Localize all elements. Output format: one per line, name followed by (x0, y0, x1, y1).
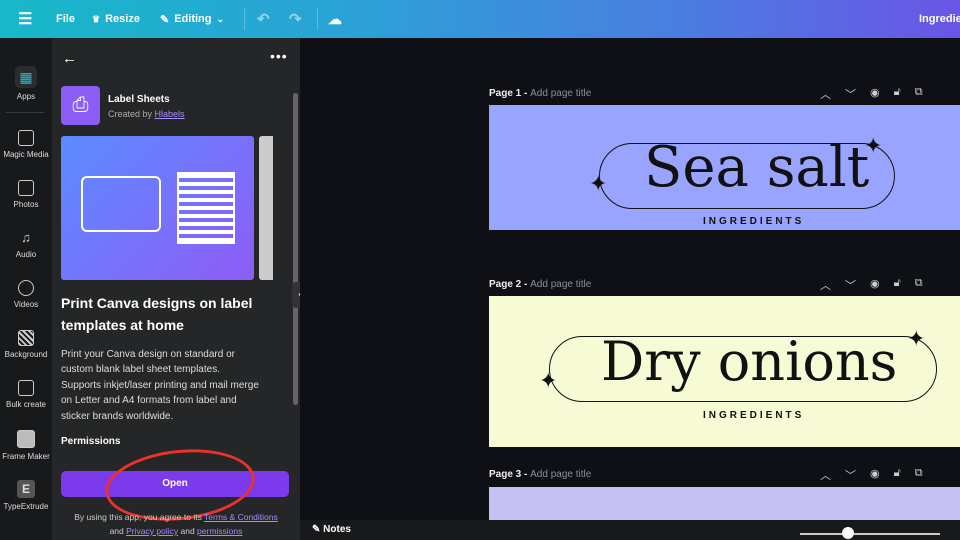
magic-media-icon (18, 130, 34, 146)
zoom-slider[interactable] (800, 533, 940, 535)
label-sheet-icon (177, 172, 235, 244)
pencil-icon: ✎ (160, 13, 170, 26)
app-panel: ← ••• ⎙ Label Sheets Created by Hlabels … (52, 38, 308, 540)
top-bar: ☰ File ♛ Resize ✎ Editing ⌄ ↶ ↷ ☁ Ingredie (0, 0, 960, 38)
sparkle-icon: ✦ (589, 171, 608, 196)
page-3-controls: ︿ ﹀ ◉ 🔓︎ ⧉ (820, 467, 960, 483)
page-2[interactable]: Dry onions ✦ ✦ INGREDIENTS (489, 296, 960, 447)
lock-icon[interactable]: 🔓︎ (894, 277, 901, 293)
frame-maker-icon (17, 430, 35, 448)
app-description: Print your Canva design on standard or c… (61, 349, 259, 422)
page-1[interactable]: Sea salt ✦ ✦ INGREDIENTS (489, 105, 960, 230)
menu-icon[interactable]: ☰ (18, 9, 32, 29)
design-subtitle: INGREDIENTS (703, 410, 805, 421)
sidebar-item-bulk-create[interactable]: Bulk create (0, 380, 52, 409)
sidebar-item-audio[interactable]: ♫ Audio (0, 230, 52, 259)
sidebar-item-typeextrude[interactable]: E TypeExtrude (0, 480, 52, 511)
duplicate-icon[interactable]: ⧉ (915, 277, 923, 293)
more-options-icon[interactable]: ••• (270, 48, 288, 64)
sidebar-item-photos[interactable]: Photos (0, 180, 52, 209)
sidebar-item-frame-maker[interactable]: Frame Maker (0, 430, 52, 461)
move-up-icon[interactable]: ︿ (820, 277, 831, 293)
sidebar-item-background[interactable]: Background (0, 330, 52, 359)
resize-button[interactable]: ♛ Resize (92, 13, 140, 25)
canvas-area: Page 1 - Add page title ︿ ﹀ ◉ 🔓︎ ⧉ Sea salt … (300, 38, 960, 540)
audio-icon: ♫ (21, 230, 31, 245)
sidebar-item-magic-media[interactable]: Magic Media (0, 130, 52, 159)
typeextrude-icon: E (17, 480, 35, 498)
lock-icon[interactable]: 🔓︎ (894, 86, 901, 102)
page-3-header: Page 3 - Add page title (489, 469, 592, 480)
back-arrow-icon[interactable]: ← (62, 50, 77, 67)
author-link[interactable]: Hlabels (155, 109, 185, 119)
page-2-header: Page 2 - Add page title (489, 279, 592, 290)
app-logo-icon: ⎙ (61, 86, 100, 125)
page-title-input[interactable]: Add page title (530, 279, 591, 290)
printer-icon (81, 176, 161, 232)
videos-icon (18, 280, 34, 296)
legal-text: By using this app, you agree to its Term… (74, 512, 278, 536)
page-title-input[interactable]: Add page title (530, 88, 591, 99)
sidebar: ▦ Apps Magic Media Photos ♫ Audio Videos B… (0, 38, 52, 540)
app-name: Label Sheets (108, 94, 170, 105)
app-preview-image (61, 136, 254, 280)
bulk-create-icon (18, 380, 34, 396)
page-title-input[interactable]: Add page title (530, 469, 591, 480)
design-text[interactable]: Sea salt (644, 135, 869, 200)
background-icon (18, 330, 34, 346)
move-up-icon[interactable]: ︿ (820, 86, 831, 102)
privacy-link[interactable]: Privacy policy (126, 526, 178, 536)
cloud-saved-icon[interactable]: ☁ (328, 11, 342, 28)
sidebar-item-videos[interactable]: Videos (0, 280, 52, 309)
app-heading: Print Canva designs on label templates a… (61, 295, 253, 333)
permissions-heading: Permissions (61, 436, 121, 447)
page-1-header: Page 1 - Add page title (489, 88, 592, 99)
chevron-down-icon: ⌄ (216, 13, 225, 24)
lock-icon[interactable]: 🔓︎ (894, 467, 901, 483)
move-down-icon[interactable]: ﹀ (845, 277, 856, 293)
notes-icon: ✎ (312, 524, 321, 535)
design-subtitle: INGREDIENTS (703, 216, 805, 227)
notes-button[interactable]: ✎ Notes (312, 524, 351, 535)
page-3[interactable] (489, 487, 960, 520)
app-author: Created by Hlabels (108, 109, 185, 119)
zoom-slider-handle[interactable] (842, 527, 854, 539)
page-1-controls: ︿ ﹀ ◉ 🔓︎ ⧉ (820, 86, 960, 102)
sparkle-icon: ✦ (907, 326, 926, 351)
footer-bar: ✎ Notes (300, 520, 960, 540)
terms-link[interactable]: Terms & Conditions (204, 512, 278, 522)
undo-icon[interactable]: ↶ (257, 10, 270, 28)
duplicate-icon[interactable]: ⧉ (915, 86, 923, 102)
sparkle-icon: ✦ (864, 133, 883, 158)
move-down-icon[interactable]: ﹀ (845, 86, 856, 102)
carousel-next[interactable] (259, 136, 273, 280)
editing-dropdown[interactable]: ✎ Editing ⌄ (160, 13, 224, 26)
design-title[interactable]: Ingredie (919, 13, 960, 25)
page-2-controls: ︿ ﹀ ◉ 🔓︎ ⧉ (820, 277, 960, 293)
file-menu[interactable]: File (56, 13, 75, 25)
permissions-link[interactable]: permissions (197, 526, 242, 536)
panel-scrollbar[interactable] (293, 93, 298, 405)
sidebar-item-apps[interactable]: ▦ Apps (0, 66, 52, 101)
design-text[interactable]: Dry onions (601, 330, 897, 393)
hide-icon[interactable]: ◉ (870, 467, 880, 483)
hide-icon[interactable]: ◉ (870, 86, 880, 102)
apps-icon: ▦ (15, 66, 37, 88)
hide-icon[interactable]: ◉ (870, 277, 880, 293)
sparkle-icon: ✦ (539, 368, 558, 393)
photos-icon (18, 180, 34, 196)
redo-icon[interactable]: ↷ (289, 10, 302, 28)
move-up-icon[interactable]: ︿ (820, 467, 831, 483)
crown-icon: ♛ (92, 13, 101, 24)
duplicate-icon[interactable]: ⧉ (915, 467, 923, 483)
move-down-icon[interactable]: ﹀ (845, 467, 856, 483)
